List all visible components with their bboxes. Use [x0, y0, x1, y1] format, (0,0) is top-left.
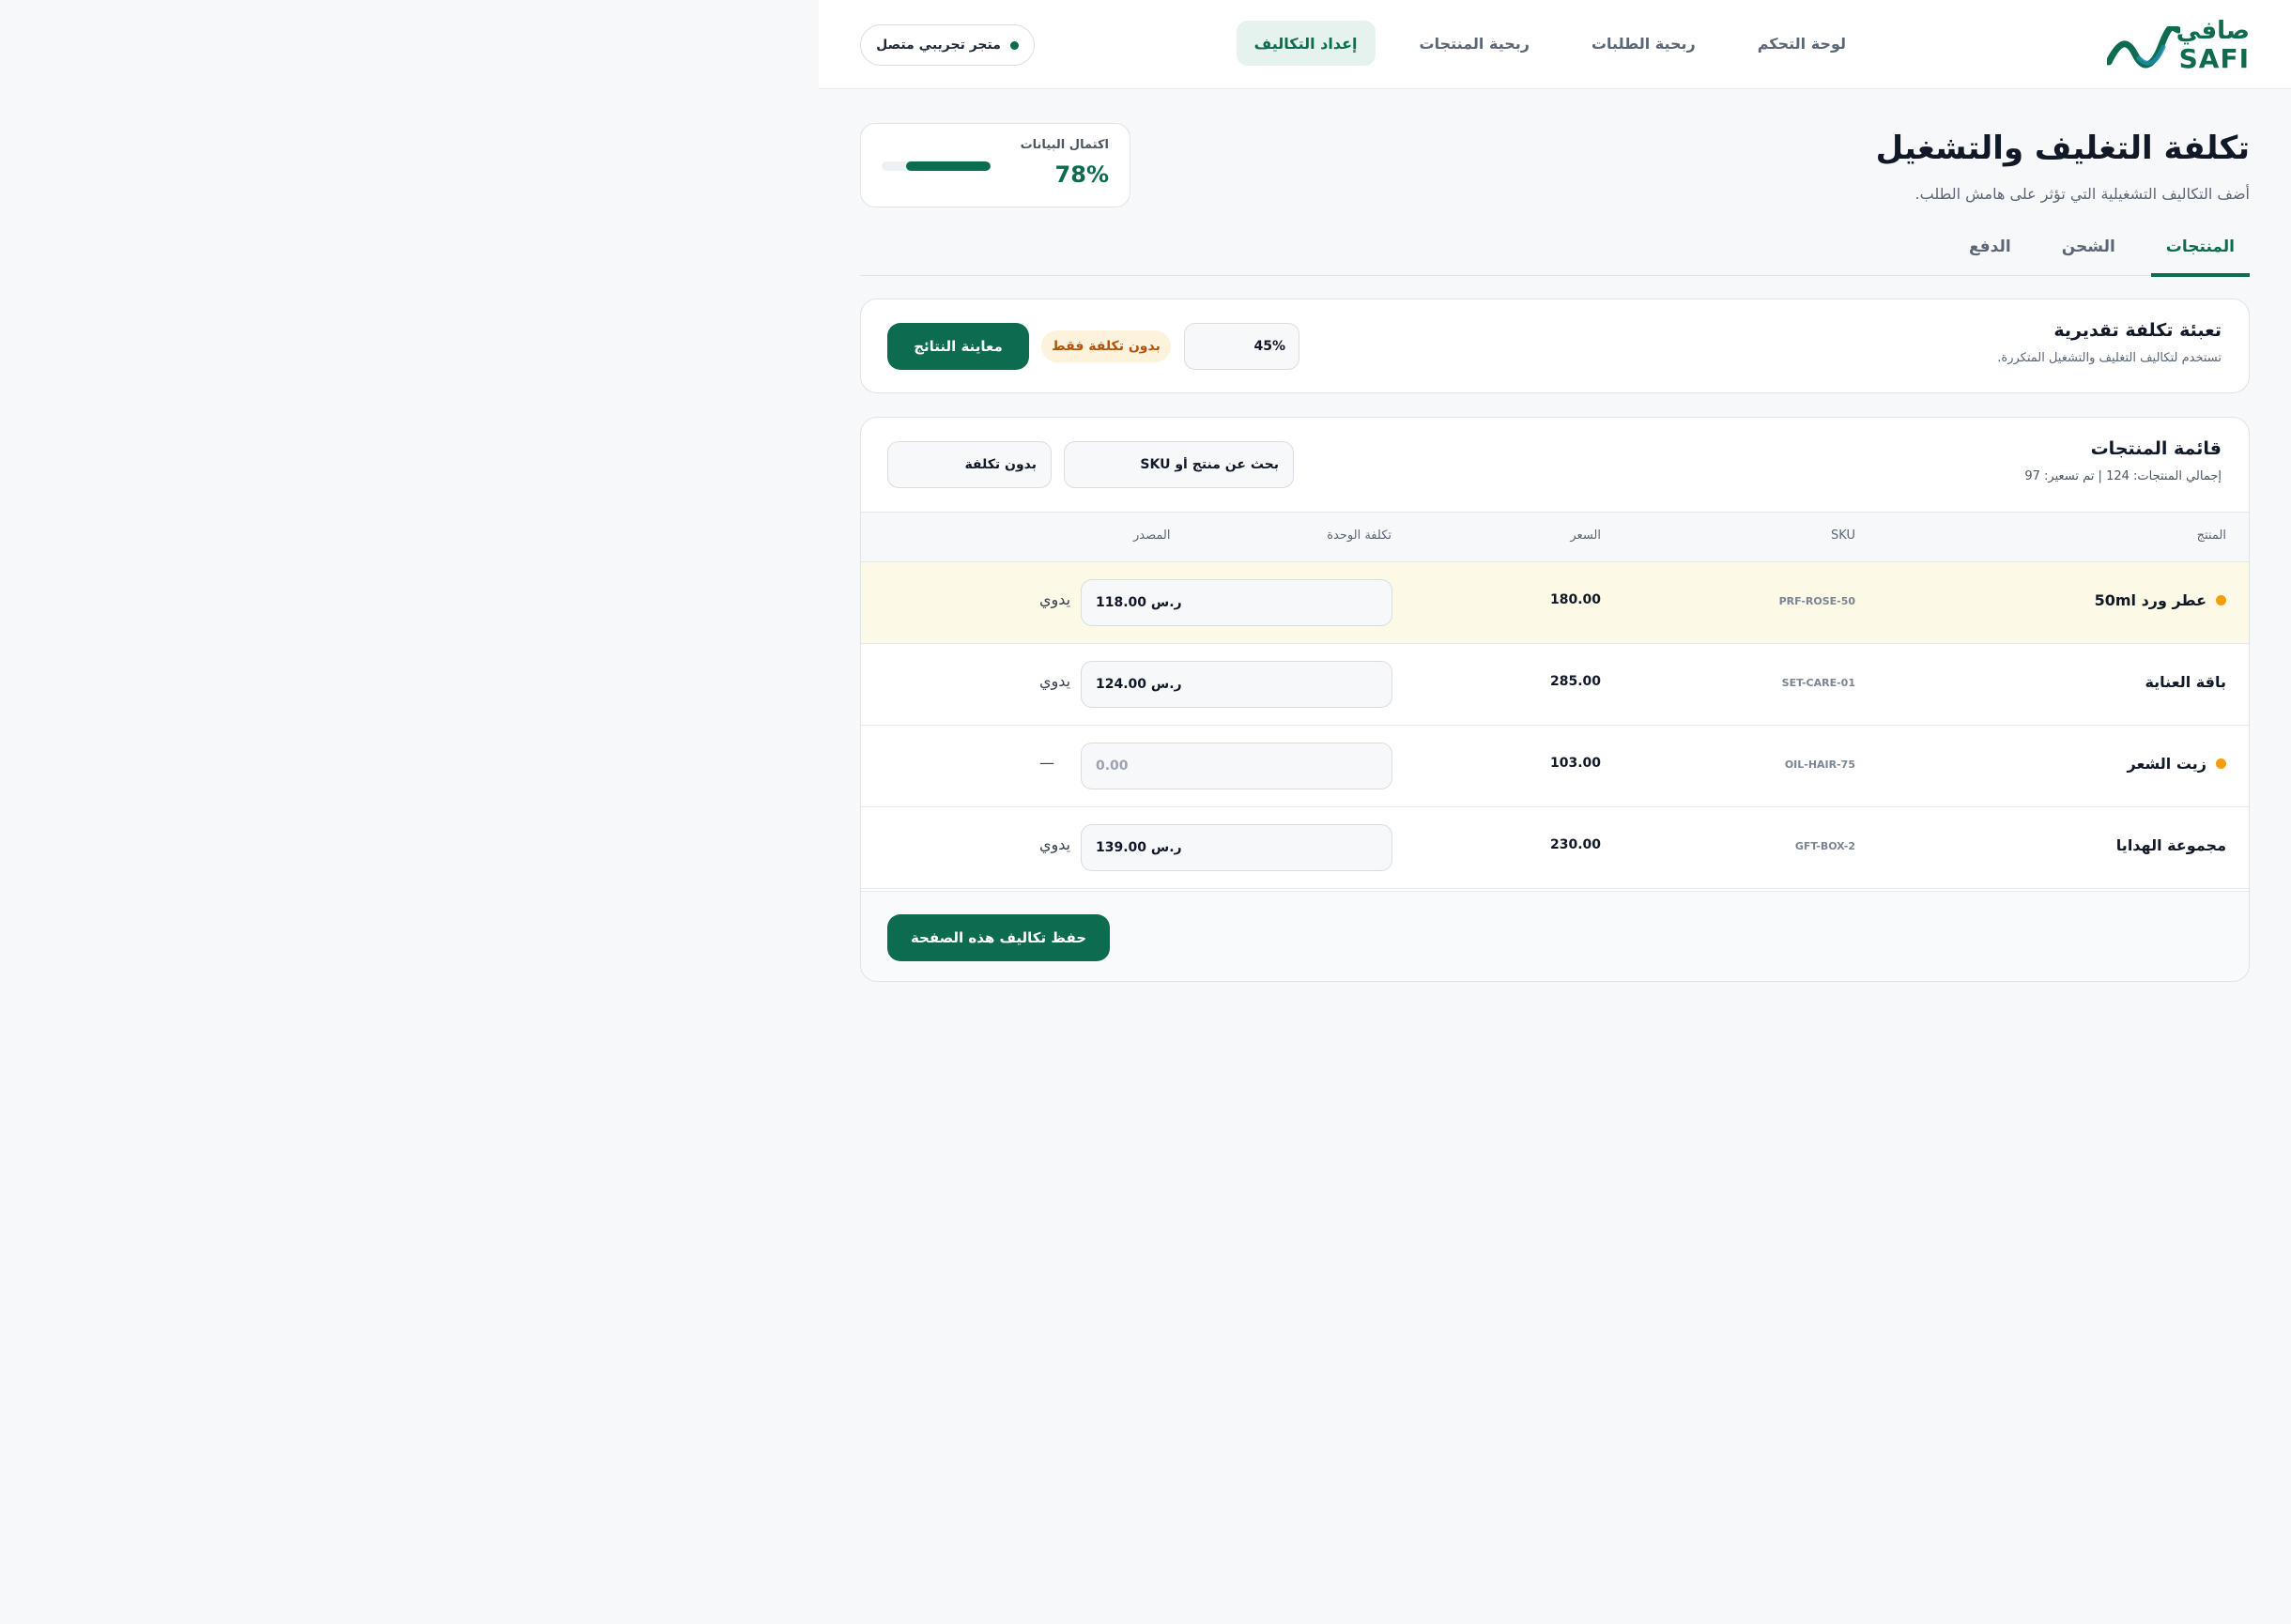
tab-shipping[interactable]: الشحن	[2047, 218, 2130, 276]
cost-source: يدوي	[1039, 835, 1071, 853]
store-status-label: متجر تجريبي متصل	[876, 38, 1001, 53]
logo-text-arabic: صافي	[2176, 17, 2250, 45]
products-card: قائمة المنتجات إجمالي المنتجات: 124 | تم…	[860, 417, 2250, 982]
tab-products[interactable]: المنتجات	[2150, 218, 2251, 277]
completion-label: اكتمال البيانات	[1020, 138, 1109, 152]
cost-source: —	[1039, 754, 1054, 772]
cost-source: يدوي	[1039, 672, 1071, 690]
table-row: باقة العناية SET-CARE-01 285.00 يدوي	[861, 644, 2249, 726]
column-header-unit-cost: تكلفة الوحدة	[1327, 529, 1392, 543]
table-row: مجموعة الهدايا GFT-BOX-2 230.00 يدوي	[861, 807, 2249, 889]
page-title: تكلفة التغليف والتشغيل	[1875, 130, 2250, 167]
product-search-input[interactable]	[1064, 441, 1294, 488]
nav-item-dashboard[interactable]: لوحة التحكم	[1740, 21, 1864, 66]
missing-data-dot-icon	[2216, 758, 2226, 769]
data-completion-card: اكتمال البيانات 78%	[860, 123, 1130, 207]
product-sku: OIL-HAIR-75	[1784, 758, 1855, 771]
cost-tabs: المنتجات الشحن الدفع	[860, 218, 2251, 277]
product-name-cell: مجموعة الهدايا	[2116, 836, 2226, 854]
product-price: 180.00	[1549, 592, 1601, 607]
products-summary: إجمالي المنتجات: 124 | تم تسعير: 97	[2024, 469, 2222, 483]
top-navigation-bar: صافي SAFI لوحة التحكم ربحية الطلبات ربحي…	[819, 0, 2291, 89]
cost-source: يدوي	[1039, 590, 1071, 608]
nav-item-order-profitability[interactable]: ربحية الطلبات	[1574, 21, 1714, 66]
column-header-product: المنتج	[2196, 529, 2226, 543]
store-status-pill[interactable]: متجر تجريبي متصل	[860, 24, 1035, 66]
unit-cost-input[interactable]	[1081, 824, 1392, 871]
product-name: باقة العناية	[2145, 673, 2226, 691]
tab-payment[interactable]: الدفع	[1954, 218, 2026, 276]
nav-item-product-profitability[interactable]: ربحية المنتجات	[1402, 21, 1547, 66]
column-header-source: المصدر	[1133, 529, 1171, 543]
no-cost-only-badge[interactable]: بدون تكلفة فقط	[1041, 330, 1171, 362]
product-name-cell: باقة العناية	[2145, 673, 2226, 691]
nav-item-cost-setup[interactable]: إعداد التكاليف	[1236, 21, 1376, 66]
cost-filter-select[interactable]: بدون تكلفة	[887, 441, 1052, 488]
product-name-cell: زيت الشعر	[2128, 755, 2226, 773]
product-name: عطر ورد 50ml	[2094, 591, 2206, 609]
completion-value: 78%	[1054, 161, 1109, 188]
product-price: 103.00	[1549, 756, 1601, 771]
preview-results-button[interactable]: معاينة النتائج	[887, 323, 1029, 370]
estimate-percent-input[interactable]	[1184, 323, 1299, 370]
safi-logo[interactable]: صافي SAFI	[2107, 15, 2250, 74]
completion-progress-fill	[905, 161, 991, 171]
logo-text-english: SAFI	[2178, 43, 2250, 74]
estimate-description: تستخدم لتكاليف التغليف والتشغيل المتكررة…	[1997, 351, 2222, 365]
estimate-title: تعبئة تكلفة تقديرية	[2053, 320, 2222, 341]
product-price: 230.00	[1549, 837, 1601, 852]
column-header-sku: SKU	[1831, 529, 1855, 543]
products-title: قائمة المنتجات	[2090, 438, 2222, 459]
column-header-price: السعر	[1570, 529, 1601, 543]
product-sku: PRF-ROSE-50	[1778, 595, 1855, 607]
product-name: مجموعة الهدايا	[2115, 836, 2226, 854]
product-price: 285.00	[1549, 674, 1601, 689]
main-navigation: لوحة التحكم ربحية الطلبات ربحية المنتجات…	[1236, 21, 1864, 66]
products-table-header: المنتج SKU السعر تكلفة الوحدة المصدر	[861, 512, 2249, 562]
unit-cost-input[interactable]	[1081, 661, 1392, 708]
product-sku: SET-CARE-01	[1781, 677, 1855, 689]
product-name: زيت الشعر	[2127, 755, 2206, 773]
unit-cost-input[interactable]	[1081, 743, 1392, 789]
estimated-cost-card: تعبئة تكلفة تقديرية تستخدم لتكاليف التغل…	[860, 299, 2250, 393]
table-row: عطر ورد 50ml PRF-ROSE-50 180.00 يدوي	[861, 562, 2249, 644]
product-sku: GFT-BOX-2	[1794, 840, 1855, 852]
connected-status-dot-icon	[1009, 40, 1019, 50]
product-name-cell: عطر ورد 50ml	[2095, 591, 2226, 609]
save-page-costs-button[interactable]: حفظ تكاليف هذه الصفحة	[887, 914, 1110, 961]
missing-data-dot-icon	[2216, 595, 2226, 605]
logo-wave-icon	[2107, 26, 2180, 69]
page-subtitle: أضف التكاليف التشغيلية التي تؤثر على هام…	[1914, 185, 2250, 203]
products-footer: حفظ تكاليف هذه الصفحة	[861, 891, 2249, 981]
unit-cost-input[interactable]	[1081, 579, 1392, 626]
table-row: زيت الشعر OIL-HAIR-75 103.00 —	[861, 726, 2249, 807]
completion-progress-bar	[882, 161, 991, 171]
